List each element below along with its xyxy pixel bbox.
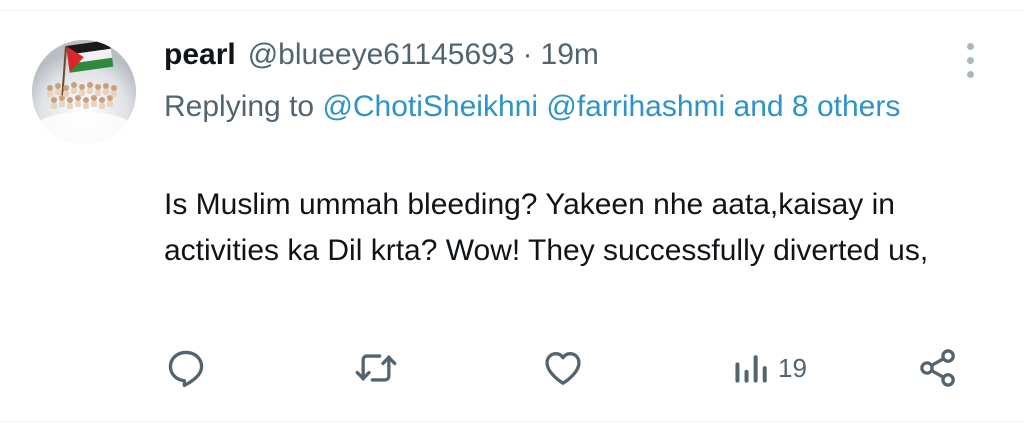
user-handle[interactable]: @blueeye61145693: [248, 38, 515, 72]
views-button[interactable]: 19: [730, 340, 807, 396]
separator-dot: ·: [522, 38, 533, 71]
timestamp[interactable]: 19m: [541, 38, 599, 72]
like-button[interactable]: [540, 340, 586, 396]
views-count: 19: [778, 352, 807, 383]
reply-button[interactable]: [164, 340, 208, 396]
tweet-header: pearl @blueeye61145693 · 19m: [164, 38, 599, 78]
views-icon: [735, 355, 767, 383]
avatar[interactable]: [32, 40, 136, 144]
share-button[interactable]: [916, 340, 960, 396]
retweet-icon: [355, 354, 397, 382]
more-options-icon[interactable]: [958, 40, 982, 82]
share-icon: [920, 349, 955, 387]
action-bar: 19: [0, 340, 1024, 396]
replying-to: Replying to @ChotiSheikhni @farrihashmi …: [164, 84, 944, 130]
mention-link[interactable]: @farrihashmi: [546, 90, 725, 123]
reply-icon: [168, 350, 204, 388]
others-link[interactable]: and 8 others: [734, 90, 901, 123]
replying-prefix: Replying to: [164, 90, 323, 123]
tweet-text: Is Muslim ummah bleeding? Yakeen nhe aat…: [164, 188, 929, 267]
heart-icon: [545, 352, 581, 385]
avatar-image: [32, 40, 136, 144]
display-name[interactable]: pearl: [164, 38, 236, 72]
retweet-button[interactable]: [352, 340, 400, 396]
top-divider: [0, 0, 1024, 11]
bottom-divider: [0, 421, 1024, 432]
mention-link[interactable]: @ChotiSheikhni: [322, 90, 538, 123]
